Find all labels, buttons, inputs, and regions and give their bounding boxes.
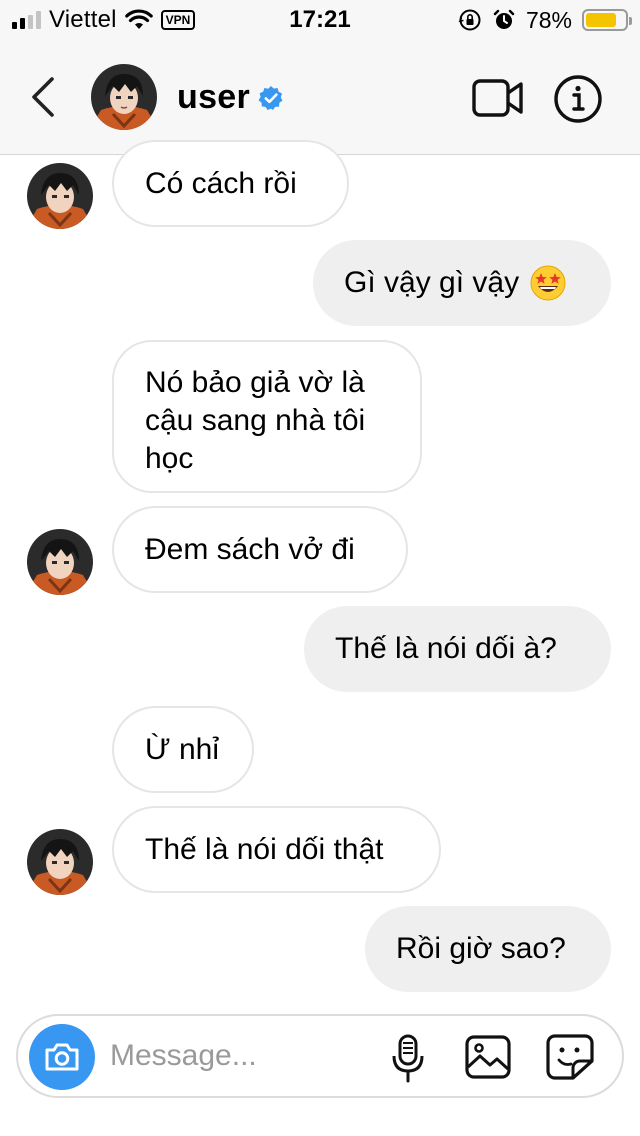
alarm-icon (493, 9, 515, 29)
message-text: Rồi giờ sao? (396, 932, 566, 965)
message-composer (16, 1014, 624, 1098)
back-chevron-icon[interactable] (24, 75, 64, 119)
message-text: Có cách rồi (145, 166, 297, 200)
message-text: Gì vậy gì vậy (344, 266, 520, 299)
star-struck-emoji (530, 265, 566, 301)
orientation-lock-icon (458, 9, 481, 31)
message-input[interactable] (110, 1034, 360, 1078)
gallery-icon[interactable] (464, 1034, 512, 1080)
message-bubble-incoming[interactable]: Có cách rồi (112, 140, 349, 227)
chat-header: user (0, 40, 640, 155)
battery-level-fill (586, 13, 616, 27)
chat-username: user (177, 78, 251, 116)
status-right: 78% (458, 6, 632, 33)
message-bubble-outgoing[interactable]: Thế là nói dối à? (304, 606, 611, 692)
chat-title[interactable]: user (177, 78, 284, 117)
sticker-icon[interactable] (545, 1033, 595, 1081)
message-bubble-outgoing[interactable]: Rồi giờ sao? (365, 906, 611, 992)
verified-badge-icon (258, 85, 283, 110)
microphone-icon[interactable] (390, 1034, 426, 1084)
message-text: Nó bảo giả vờ là cậu sang nhà tôi học (145, 366, 366, 475)
message-bubble-incoming[interactable]: Nó bảo giả vờ là cậu sang nhà tôi học (112, 340, 422, 493)
message-text: Đem sách vở đi (145, 532, 355, 566)
message-bubble-outgoing[interactable]: Gì vậy gì vậy (313, 240, 611, 326)
message-text: Thế là nói dối à? (335, 632, 557, 665)
video-camera-icon[interactable] (470, 76, 526, 120)
battery-percentage: 78% (525, 6, 572, 33)
message-text: Thế là nói dối thật (145, 832, 384, 866)
message-text: Ừ nhỉ (145, 732, 219, 766)
status-bar: Viettel VPN 17:21 78% (0, 0, 640, 40)
camera-button[interactable] (29, 1024, 95, 1090)
avatar[interactable] (91, 64, 157, 130)
sender-avatar[interactable] (27, 163, 93, 229)
camera-icon (45, 1043, 79, 1071)
sender-avatar[interactable] (27, 829, 93, 895)
battery-icon (582, 9, 632, 31)
message-bubble-incoming[interactable]: Thế là nói dối thật (112, 806, 441, 893)
message-bubble-incoming[interactable]: Ừ nhỉ (112, 706, 254, 793)
message-bubble-incoming[interactable]: Đem sách vở đi (112, 506, 408, 593)
info-icon[interactable] (553, 74, 603, 124)
sender-avatar[interactable] (27, 529, 93, 595)
